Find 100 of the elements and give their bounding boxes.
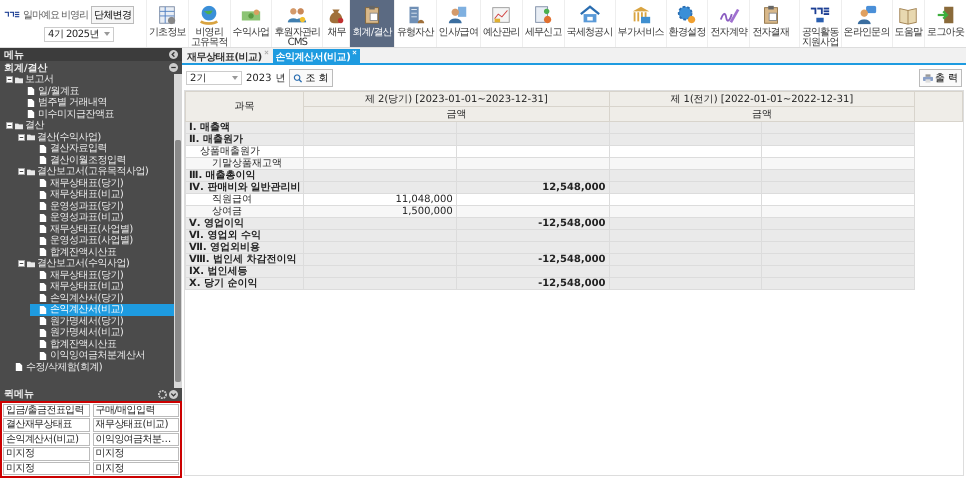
column-header: 과목 (186, 92, 304, 122)
year-unit: 년 (275, 72, 286, 85)
column-header: 금액 (609, 106, 914, 122)
tree-folder[interactable]: 결산보고서(고유목적사업) (37, 166, 148, 178)
tree-item[interactable]: 일/월계표 (18, 86, 82, 97)
tree-item[interactable]: 재무상태표(당기) (30, 178, 126, 189)
column-header: 금액 (304, 106, 609, 122)
tree-folder[interactable]: 결산 (25, 120, 44, 132)
chart-icon (490, 4, 512, 26)
section-title: 회계/결산 (4, 62, 48, 74)
tree-folder[interactable]: 보고서 (25, 74, 54, 86)
tree-folder[interactable]: 결산보고서(수익사업) (37, 258, 130, 270)
minus-icon[interactable] (169, 63, 178, 72)
tree-item[interactable]: 운영성과표(당기) (30, 200, 126, 212)
table-cell: Ⅰ. 매출액 (186, 122, 304, 134)
table-cell: -12,548,000 (456, 218, 609, 230)
column-header: 제 1(전기) [2022-01-01~2022-12-31] (609, 92, 914, 106)
menu-button[interactable]: 로그아웃 (924, 0, 966, 47)
menu-button[interactable]: 도움말 (892, 0, 924, 47)
logo-icon (4, 11, 20, 18)
menu-button[interactable]: 환경설정 (666, 0, 708, 47)
year-value: 2023 (246, 72, 272, 84)
tree-item[interactable]: 재무상태표(사업별) (30, 224, 136, 235)
tree-item[interactable]: 재무상태표(비교) (30, 189, 126, 200)
quick-menu-button[interactable]: 손익계산서(비교) (3, 432, 90, 446)
table-cell: 1,500,000 (304, 206, 456, 218)
menu-button[interactable]: 전자계약 (707, 0, 750, 47)
menu-button[interactable]: 수익사업 (230, 0, 272, 47)
menu-button[interactable]: 공익활동 지원사업 (798, 0, 841, 47)
tree-item[interactable]: 결산자료입력 (30, 143, 110, 154)
collapse-toggle-icon[interactable] (6, 122, 13, 130)
collapse-toggle-icon[interactable] (18, 168, 25, 176)
search-button[interactable]: 조 회 (289, 69, 333, 87)
quick-menu-button[interactable]: 미지정 (92, 462, 179, 475)
table-cell: 기말상품재고액 (186, 158, 304, 170)
quick-menu-button[interactable]: 이익잉여금처분… (92, 432, 179, 446)
tree-item[interactable]: 재무상태표(당기) (30, 270, 126, 281)
folder-icon (27, 168, 35, 176)
folder-icon (15, 76, 23, 84)
tree-item[interactable]: 미수미지급잔액표 (18, 108, 117, 120)
quick-menu-button[interactable]: 구매/매입입력 (92, 404, 179, 417)
tree-item[interactable]: 수정/삭제함(회계) (6, 362, 106, 373)
table-cell: -12,548,000 (456, 254, 609, 266)
period-select[interactable]: 4기 2025년 (44, 26, 114, 42)
quick-menu-button[interactable]: 미지정 (3, 462, 90, 475)
menu-button[interactable]: 국세청공시 (564, 0, 615, 47)
menu-button[interactable]: 기초정보 (146, 0, 188, 47)
menu-button[interactable]: 회계/결산 (349, 0, 394, 47)
collapse-toggle-icon[interactable] (18, 260, 25, 268)
quick-menu-button[interactable]: 입금/출금전표입력 (3, 404, 90, 417)
tree-folder[interactable]: 결산(수익사업) (37, 132, 101, 143)
expand-icon[interactable] (169, 390, 178, 398)
table-cell: Ⅴ. 영업이익 (186, 218, 304, 230)
tree-item[interactable]: 합계잔액시산표 (30, 338, 120, 350)
globe-icon (198, 4, 220, 26)
tree-item[interactable]: 원가명세서(당기) (30, 316, 126, 327)
tree-item[interactable]: 원가명세서(비교) (30, 327, 126, 338)
search-icon (293, 74, 304, 82)
period-select[interactable]: 2기 (186, 71, 242, 85)
column-header: 제 2(당기) [2023-01-01~2023-12-31] (304, 92, 609, 106)
menu-button[interactable]: 부가서비스 (614, 0, 666, 47)
column-header (914, 92, 962, 122)
tree-item[interactable]: 이익잉여금처분계산서 (30, 350, 148, 362)
collapse-toggle-icon[interactable] (18, 134, 25, 141)
dropdown-icon (232, 76, 238, 80)
folder-icon (27, 260, 35, 268)
settings-icon[interactable] (158, 390, 167, 398)
quick-menu-button[interactable]: 재무상태표(비교) (92, 418, 179, 432)
collapse-icon[interactable] (169, 50, 178, 59)
table-cell: 상여금 (186, 206, 304, 218)
scrollbar[interactable] (174, 74, 182, 388)
menu-button[interactable]: 인사/급여 (436, 0, 480, 47)
quick-menu-button[interactable]: 미지정 (92, 447, 179, 460)
org-change-button[interactable]: 단체변경 (91, 6, 134, 24)
collapse-toggle-icon[interactable] (6, 76, 13, 84)
tree-item[interactable]: 합계잔액시산표 (30, 246, 120, 258)
menu-button[interactable]: 후원자관리 CMS (271, 0, 322, 47)
menu-button[interactable]: 온라인문의 (840, 0, 892, 47)
table-cell: 직원급여 (186, 194, 304, 206)
quick-menu-title: 퀵메뉴 (4, 388, 34, 401)
person-icon (856, 4, 878, 26)
menu-button[interactable]: 세무신고 (522, 0, 564, 47)
tree-item[interactable]: 재무상태표(비교) (30, 281, 126, 292)
brand-name: 일마예요 비영리 (23, 8, 88, 22)
menu-button[interactable]: 유형자산 (394, 0, 436, 47)
table-cell: Ⅳ. 판매비와 일반관리비 (186, 182, 304, 194)
tree-item[interactable]: 손익계산서(당기) (30, 292, 126, 304)
tree-item[interactable]: 범주별 거래내역 (18, 97, 110, 108)
menu-button[interactable]: 비영리 고유목적 (188, 0, 230, 47)
table-cell: Ⅸ. 법인세등 (186, 266, 304, 278)
quick-menu-button[interactable]: 미지정 (3, 447, 90, 460)
tree-item[interactable]: 운영성과표(비교) (30, 212, 126, 224)
dropdown-icon (104, 32, 110, 36)
menu-button[interactable]: 예산관리 (480, 0, 522, 47)
menu-button[interactable]: 전자결재 (749, 0, 792, 47)
table-cell: Ⅷ. 법인세 차감전이익 (186, 254, 304, 266)
tree-item[interactable]: 운영성과표(사업별) (30, 235, 136, 246)
tree-item[interactable]: 결산이월조정입력 (30, 154, 129, 166)
print-button[interactable]: 출 력 (918, 69, 962, 87)
quick-menu-button[interactable]: 결산재무상태표 (3, 418, 90, 432)
